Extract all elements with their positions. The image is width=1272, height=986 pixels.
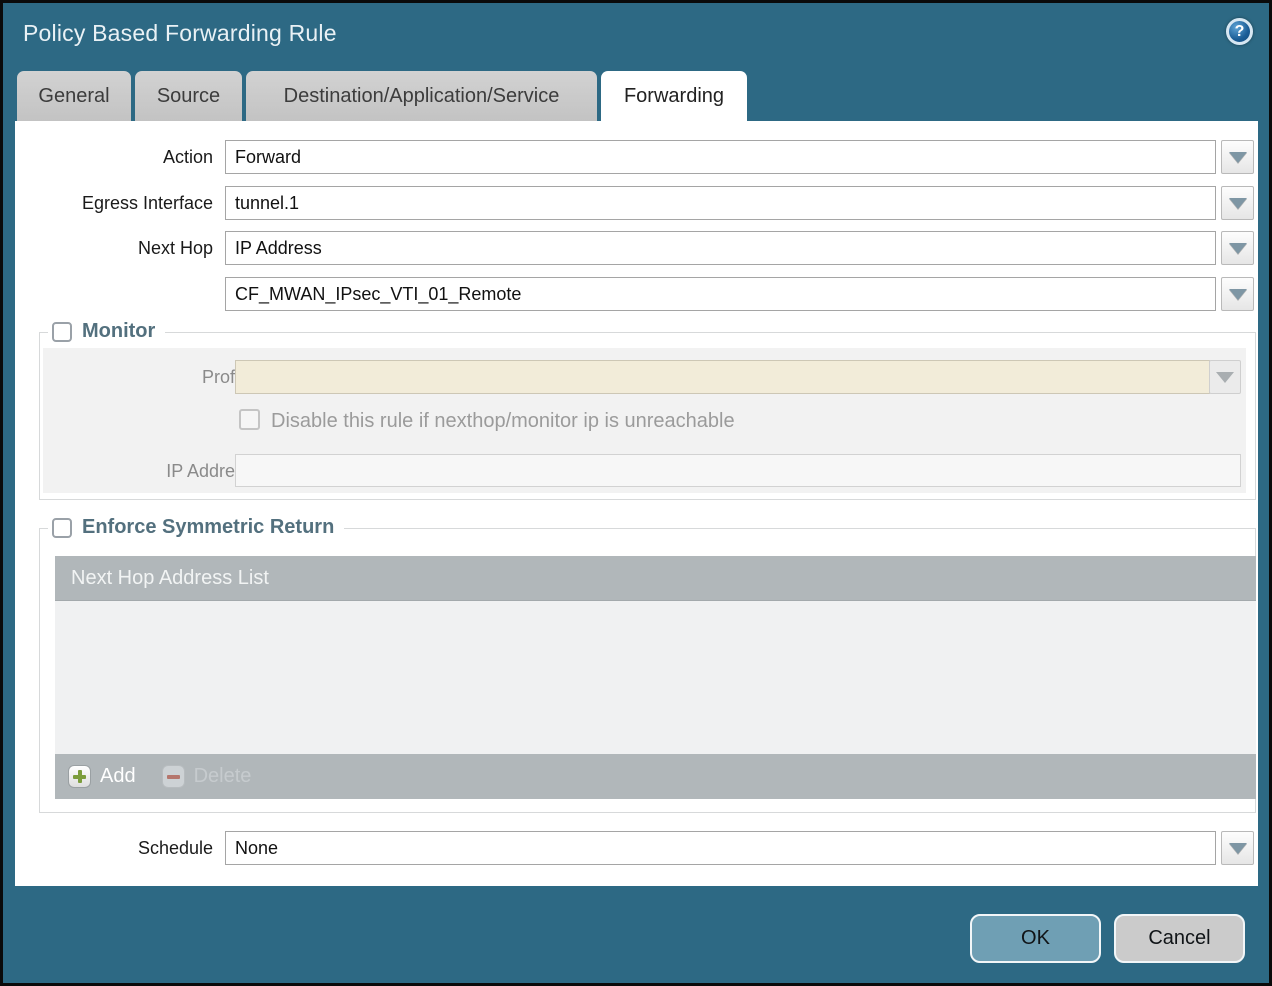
plus-icon [68, 765, 91, 788]
enforce-symmetric-return-legend: Enforce Symmetric Return [48, 516, 344, 539]
monitor-checkbox[interactable] [52, 322, 72, 342]
next-hop-address-dropdown-button[interactable] [1221, 277, 1254, 311]
pbf-rule-dialog: Policy Based Forwarding Rule ? General S… [0, 0, 1272, 986]
schedule-combobox: None [225, 831, 1254, 865]
chevron-down-icon [1229, 243, 1247, 254]
next-hop-address-list-body [55, 601, 1256, 754]
tab-forwarding[interactable]: Forwarding [601, 71, 747, 122]
next-hop-combobox: IP Address [225, 231, 1254, 265]
delete-button: Delete [162, 765, 252, 788]
tab-destination-application-service[interactable]: Destination/Application/Service [246, 71, 597, 121]
next-hop-address-list-footer: Add Delete [55, 754, 1256, 799]
next-hop-value[interactable]: IP Address [225, 231, 1216, 265]
action-combobox: Forward [225, 140, 1254, 174]
tab-label: Source [157, 85, 220, 108]
delete-button-label: Delete [194, 765, 252, 788]
enforce-symmetric-return-fieldset: Enforce Symmetric Return Next Hop Addres… [39, 528, 1256, 813]
action-dropdown-button[interactable] [1221, 140, 1254, 174]
profile-label: Profile [43, 360, 253, 394]
enforce-symmetric-return-legend-label: Enforce Symmetric Return [82, 516, 334, 539]
minus-icon [162, 765, 185, 788]
tab-label: Forwarding [624, 85, 724, 108]
chevron-down-icon [1216, 372, 1234, 383]
chevron-down-icon [1229, 843, 1247, 854]
chevron-down-icon [1229, 152, 1247, 163]
ok-button[interactable]: OK [970, 914, 1101, 963]
monitor-body: Profile Disable this rule if nexthop/mon… [43, 348, 1246, 493]
egress-interface-label: Egress Interface [15, 186, 213, 220]
monitor-ip-address-label: IP Address [43, 454, 253, 488]
tab-source[interactable]: Source [135, 71, 242, 121]
monitor-legend-label: Monitor [82, 320, 155, 343]
egress-interface-combobox: tunnel.1 [225, 186, 1254, 220]
cancel-button[interactable]: Cancel [1114, 914, 1245, 963]
tab-general[interactable]: General [17, 71, 131, 121]
help-icon[interactable]: ? [1226, 18, 1253, 45]
profile-field [235, 360, 1210, 394]
schedule-label: Schedule [15, 831, 213, 865]
chevron-down-icon [1229, 289, 1247, 300]
egress-interface-value[interactable]: tunnel.1 [225, 186, 1216, 220]
schedule-value[interactable]: None [225, 831, 1216, 865]
disable-rule-checkbox [239, 409, 260, 430]
schedule-dropdown-button[interactable] [1221, 831, 1254, 865]
tab-label: General [38, 85, 109, 108]
monitor-legend: Monitor [48, 320, 165, 343]
egress-interface-dropdown-button[interactable] [1221, 186, 1254, 220]
next-hop-address-value[interactable]: CF_MWAN_IPsec_VTI_01_Remote [225, 277, 1216, 311]
forwarding-tab-panel: Action Forward Egress Interface tunnel.1… [15, 121, 1258, 886]
disable-rule-label: Disable this rule if nexthop/monitor ip … [271, 410, 735, 433]
action-value[interactable]: Forward [225, 140, 1216, 174]
next-hop-address-list-header: Next Hop Address List [55, 556, 1256, 601]
add-button-label: Add [100, 765, 136, 788]
tab-label: Destination/Application/Service [284, 85, 560, 108]
next-hop-label: Next Hop [15, 231, 213, 265]
dialog-title: Policy Based Forwarding Rule [23, 20, 337, 47]
chevron-down-icon [1229, 198, 1247, 209]
next-hop-address-combobox: CF_MWAN_IPsec_VTI_01_Remote [225, 277, 1254, 311]
action-label: Action [15, 140, 213, 174]
profile-dropdown-button [1209, 360, 1241, 394]
next-hop-address-table: Next Hop Address List Add Delete [55, 556, 1256, 799]
monitor-ip-address-input [235, 454, 1241, 487]
add-button[interactable]: Add [68, 765, 136, 788]
enforce-symmetric-return-checkbox[interactable] [52, 518, 72, 538]
next-hop-dropdown-button[interactable] [1221, 231, 1254, 265]
